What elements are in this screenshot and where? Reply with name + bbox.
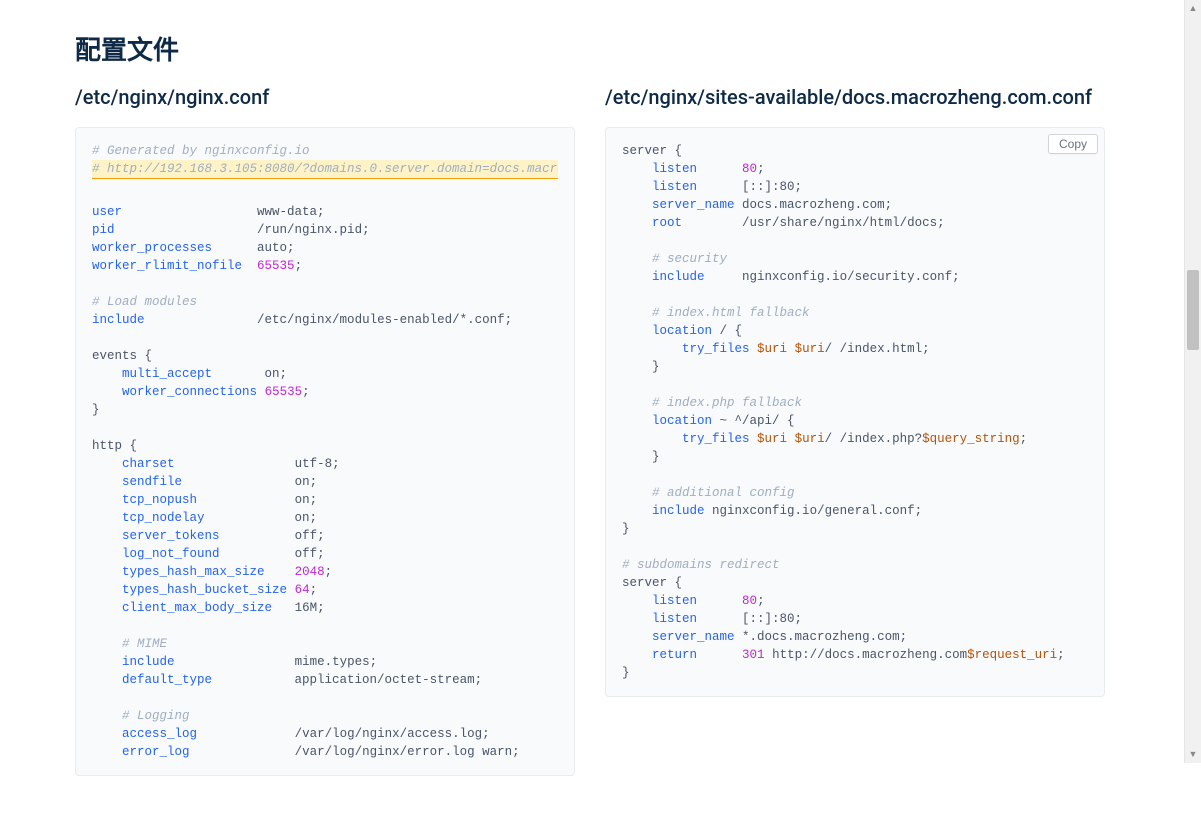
directive-try-files-html: try_files bbox=[682, 342, 750, 356]
directive-include-modules: include bbox=[92, 313, 145, 327]
server2-close: } bbox=[622, 666, 630, 680]
server2-open: server { bbox=[622, 576, 682, 590]
comment-generated: # Generated by nginxconfig.io bbox=[92, 144, 310, 158]
scroll-down-icon[interactable]: ▼ bbox=[1185, 746, 1201, 763]
comment-mime: # MIME bbox=[122, 637, 167, 651]
loc2-close: } bbox=[652, 450, 660, 464]
left-file-title: /etc/nginx/nginx.conf bbox=[75, 85, 575, 109]
comment-additional: # additional config bbox=[652, 486, 795, 500]
directive-types-hash-max: types_hash_max_size bbox=[122, 565, 265, 579]
directive-include-mime: include bbox=[122, 655, 175, 669]
right-column: /etc/nginx/sites-available/docs.macrozhe… bbox=[605, 85, 1105, 776]
directive-listen80: listen bbox=[652, 162, 697, 176]
right-code: server { listen 80; listen [::]:80; serv… bbox=[622, 142, 1088, 682]
server1-open: server { bbox=[622, 144, 682, 158]
directive-access-log: access_log bbox=[122, 727, 197, 741]
directive-server-name: server_name bbox=[652, 198, 735, 212]
directive-try-files-php: try_files bbox=[682, 432, 750, 446]
events-close: } bbox=[92, 403, 100, 417]
directive-worker-rlimit: worker_rlimit_nofile bbox=[92, 259, 242, 273]
directive-include-security: include bbox=[652, 270, 705, 284]
vertical-scrollbar[interactable]: ▲ ▼ bbox=[1184, 0, 1201, 763]
directive-default-type: default_type bbox=[122, 673, 212, 687]
directive-types-hash-bucket: types_hash_bucket_size bbox=[122, 583, 287, 597]
directive-server-name-2: server_name bbox=[652, 630, 735, 644]
directive-user: user bbox=[92, 205, 122, 219]
directive-listen-ipv6-2: listen bbox=[652, 612, 697, 626]
directive-pid: pid bbox=[92, 223, 115, 237]
http-open: http { bbox=[92, 439, 137, 453]
directive-location-api: location bbox=[652, 414, 712, 428]
directive-error-log: error_log bbox=[122, 745, 190, 759]
events-open: events { bbox=[92, 349, 152, 363]
directive-listen-ipv6: listen bbox=[652, 180, 697, 194]
comment-index-php: # index.php fallback bbox=[652, 396, 802, 410]
loc1-close: } bbox=[652, 360, 660, 374]
right-codebox: Copy server { listen 80; listen [::]:80;… bbox=[605, 127, 1105, 697]
directive-multi-accept: multi_accept bbox=[122, 367, 212, 381]
comment-index-html: # index.html fallback bbox=[652, 306, 810, 320]
comment-url-highlight[interactable]: # http://192.168.3.105:8080/?domains.0.s… bbox=[92, 160, 558, 179]
directive-charset: charset bbox=[122, 457, 175, 471]
directive-root: root bbox=[652, 216, 682, 230]
directive-return: return bbox=[652, 648, 697, 662]
left-code: # Generated by nginxconfig.io # http://1… bbox=[92, 142, 558, 761]
directive-tcp-nopush: tcp_nopush bbox=[122, 493, 197, 507]
comment-subdomains: # subdomains redirect bbox=[622, 558, 780, 572]
directive-log-not-found: log_not_found bbox=[122, 547, 220, 561]
left-codebox: # Generated by nginxconfig.io # http://1… bbox=[75, 127, 575, 776]
comment-security: # security bbox=[652, 252, 727, 266]
directive-include-general: include bbox=[652, 504, 705, 518]
directive-sendfile: sendfile bbox=[122, 475, 182, 489]
scroll-up-icon[interactable]: ▲ bbox=[1185, 0, 1201, 17]
directive-tcp-nodelay: tcp_nodelay bbox=[122, 511, 205, 525]
directive-worker-connections: worker_connections bbox=[122, 385, 257, 399]
directive-client-max-body: client_max_body_size bbox=[122, 601, 272, 615]
server1-close: } bbox=[622, 522, 630, 536]
directive-worker-processes: worker_processes bbox=[92, 241, 212, 255]
directive-location-root: location bbox=[652, 324, 712, 338]
comment-load-modules: # Load modules bbox=[92, 295, 197, 309]
config-docs-page: 配置文件 /etc/nginx/nginx.conf # Generated b… bbox=[0, 0, 1180, 816]
right-file-title: /etc/nginx/sites-available/docs.macrozhe… bbox=[605, 85, 1105, 109]
page-title: 配置文件 bbox=[75, 30, 1105, 67]
comment-logging: # Logging bbox=[122, 709, 190, 723]
left-column: /etc/nginx/nginx.conf # Generated by ngi… bbox=[75, 85, 575, 776]
scroll-thumb[interactable] bbox=[1187, 270, 1199, 350]
directive-server-tokens: server_tokens bbox=[122, 529, 220, 543]
copy-button[interactable]: Copy bbox=[1048, 134, 1098, 154]
columns: /etc/nginx/nginx.conf # Generated by ngi… bbox=[75, 85, 1105, 776]
directive-listen80-2: listen bbox=[652, 594, 697, 608]
